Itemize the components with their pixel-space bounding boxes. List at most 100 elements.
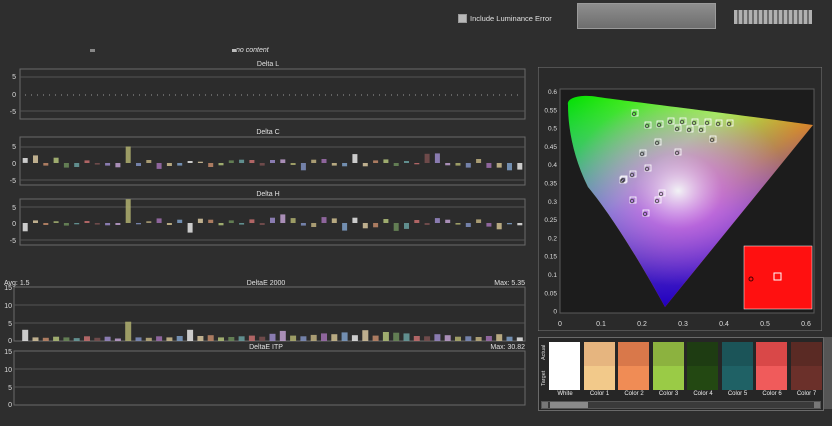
- chart-bar: [94, 163, 100, 165]
- chart-bar: [455, 223, 461, 225]
- swatch-actual[interactable]: [687, 342, 718, 366]
- tick-label: 0: [8, 402, 12, 408]
- chart-bar: [506, 336, 513, 341]
- swatch-target[interactable]: [549, 366, 580, 390]
- scroll-thumb[interactable]: [550, 402, 588, 408]
- chart-bar: [238, 336, 245, 341]
- small-mark-icon: [232, 49, 236, 52]
- swatch-actual[interactable]: [618, 342, 649, 366]
- chart-bar: [404, 223, 409, 229]
- chart-bar: [125, 199, 131, 223]
- swatch-target[interactable]: [790, 366, 822, 390]
- chart-bar: [414, 163, 420, 165]
- swatch-scrollbar[interactable]: [541, 401, 821, 409]
- chart-bar: [321, 217, 327, 223]
- chart-bar: [404, 161, 409, 163]
- gamut-x-tick: 0.5: [760, 321, 770, 328]
- swatch-actual[interactable]: [756, 342, 787, 366]
- swatch-target[interactable]: [721, 366, 753, 390]
- chart-bar: [73, 338, 80, 341]
- chart-bar: [331, 163, 337, 166]
- chart-bar: [362, 330, 369, 341]
- itp-title: DeltaE ITP: [249, 344, 283, 351]
- chart-bar: [342, 163, 348, 167]
- swatch-target[interactable]: [583, 366, 615, 390]
- cie-gamut-diagram[interactable]: 0 0.1 0.2 0.3 0.4 0.5 0.6 0.6 0.55 0.5 0.45 0.4 0.35…: [538, 67, 822, 331]
- chart-bar: [517, 223, 523, 226]
- swatch-label: Color 6: [762, 391, 782, 397]
- chart-bar: [413, 336, 420, 341]
- chart-bar: [187, 223, 193, 233]
- swatch-actual[interactable]: [721, 342, 753, 366]
- scroll-right-icon[interactable]: [814, 402, 820, 408]
- swatch-actual[interactable]: [790, 342, 822, 366]
- chart-bar: [434, 153, 440, 163]
- chart-bar: [279, 330, 286, 341]
- chart-bar: [311, 223, 317, 227]
- swatch-target[interactable]: [652, 366, 684, 390]
- chart-bar: [84, 221, 90, 223]
- scroll-left-icon[interactable]: [542, 402, 548, 408]
- chart-bar: [486, 163, 492, 168]
- swatch-actual[interactable]: [652, 342, 684, 366]
- chart-bar: [393, 332, 400, 341]
- chart-bar: [146, 160, 152, 163]
- tick-label: 5: [12, 74, 16, 81]
- swatch-label: Color 7: [796, 391, 817, 397]
- chart-bar: [465, 163, 471, 168]
- chart-bar: [115, 223, 121, 225]
- chart-bar: [136, 163, 141, 166]
- swatch-row-target-label: Target: [541, 370, 547, 386]
- gamut-y-tick: 0.3: [548, 199, 557, 206]
- delta-charts-svg: Delta L 5 0 -5 Delta C 5 0 -5 Delta H 5 …: [4, 61, 526, 408]
- swatch-target[interactable]: [687, 366, 718, 390]
- chart-bar: [125, 321, 132, 341]
- chart-bar: [516, 337, 523, 341]
- chart-bar: [321, 333, 327, 341]
- tick-label: -5: [10, 109, 16, 116]
- tick-label: -5: [10, 238, 16, 245]
- swatch-target[interactable]: [618, 366, 649, 390]
- tick-label: 0: [12, 92, 16, 99]
- no-content-label: no content: [236, 47, 269, 54]
- tick-label: 0: [8, 338, 12, 345]
- chart-bar: [166, 163, 172, 166]
- chart-bar: [249, 219, 255, 223]
- header-gray-button[interactable]: [577, 3, 716, 29]
- chart-bar: [290, 335, 297, 341]
- brand-logo: [734, 10, 812, 24]
- chart-bar: [259, 336, 266, 341]
- chart-bar: [156, 218, 162, 223]
- de2000-panel: [13, 286, 526, 342]
- chart-bar: [496, 223, 502, 230]
- include-luminance-checkbox[interactable]: [458, 14, 467, 23]
- chart-bar: [403, 333, 410, 341]
- chart-bar: [496, 163, 502, 168]
- chart-bar: [414, 220, 420, 223]
- gamut-y-tick: 0.15: [544, 254, 557, 261]
- chart-bar: [444, 335, 451, 341]
- chart-bar: [507, 223, 512, 225]
- chart-bar: [22, 223, 28, 232]
- chart-bar: [259, 223, 265, 225]
- chart-bar: [43, 163, 49, 166]
- swatch-target[interactable]: [756, 366, 787, 390]
- swatch-label: Color 3: [658, 391, 679, 397]
- gamut-y-tick: 0: [553, 309, 557, 316]
- swatch-actual[interactable]: [549, 342, 580, 366]
- chart-bar: [352, 154, 358, 163]
- swatch-panel: Actual Target White Color 1 Color 2 Color 3…: [538, 337, 824, 411]
- swatch-row-actual-label: Actual: [541, 344, 547, 360]
- chart-bar: [342, 223, 348, 231]
- chart-bar: [465, 336, 472, 341]
- chart-bar: [351, 335, 358, 341]
- chart-bar: [393, 223, 399, 231]
- swatch-actual[interactable]: [583, 342, 615, 366]
- chart-bar: [42, 337, 49, 341]
- chart-bar: [53, 221, 59, 223]
- chart-bar: [300, 163, 306, 171]
- chart-bar: [33, 155, 38, 163]
- chart-bar: [218, 337, 224, 341]
- chart-bar: [383, 159, 389, 163]
- chart-bar: [455, 163, 461, 166]
